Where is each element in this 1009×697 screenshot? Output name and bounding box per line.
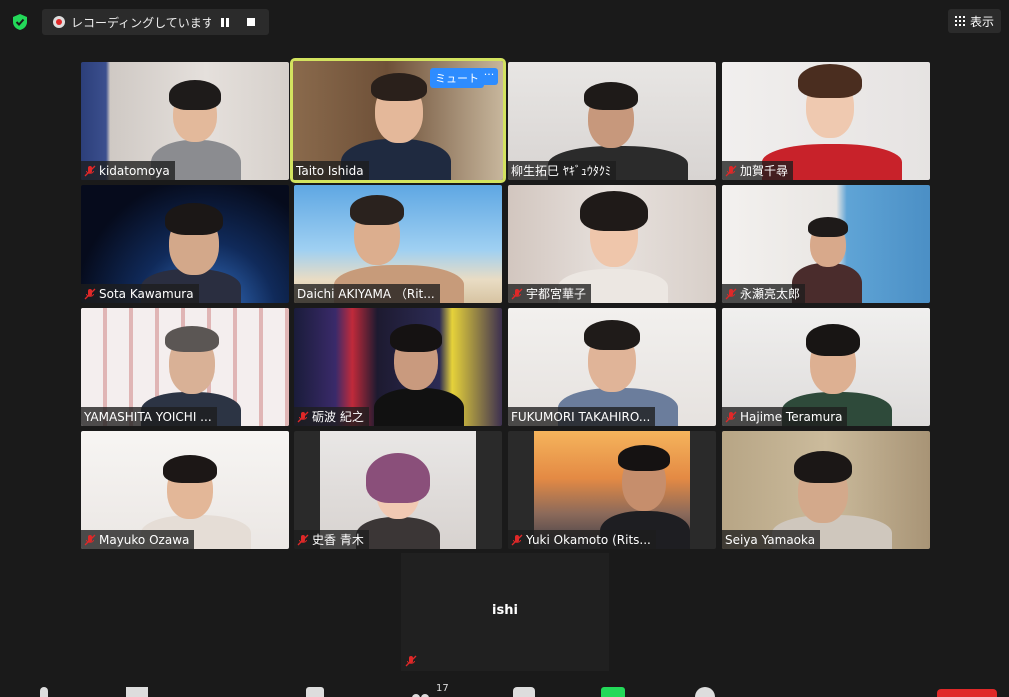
grid-view-icon [954,16,965,26]
video-tile-camera-off[interactable]: ishi [401,553,609,671]
participant-name: Taito Ishida [296,163,364,178]
participant-name-tag: 砺波 紀之 [294,407,369,426]
participant-name: Seiya Yamaoka [725,532,816,547]
video-tile[interactable]: 柳生拓巳 ﾔｷﾞｭｳﾀｸﾐ [508,62,716,180]
mic-muted-icon [405,655,417,667]
mic-muted-icon [297,534,309,545]
participant-name: Daichi AKIYAMA （Rit... [297,287,435,301]
mic-muted-icon [297,411,309,422]
mic-muted-icon [725,165,737,176]
participant-name-tag: Hajime Teramura [722,407,848,426]
stop-recording-button[interactable] [239,10,263,34]
participant-count: 17 [436,683,449,694]
reactions-icon[interactable] [695,687,715,697]
participant-name-tag: Daichi AKIYAMA （Rit... [294,284,440,303]
participant-name-tag: Sota Kawamura [81,284,199,303]
security-icon[interactable] [306,687,324,697]
mic-muted-icon [511,288,523,299]
mute-participant-button[interactable]: ミュート [430,68,484,88]
video-tile[interactable]: 永瀬亮太郎 [722,185,930,303]
video-tile[interactable]: YAMASHITA YOICHI ... [81,308,289,426]
pause-recording-button[interactable] [213,10,237,34]
participant-name-tag: Seiya Yamaoka [722,530,821,549]
participant-name: 柳生拓巳 ﾔｷﾞｭｳﾀｸﾐ [511,164,611,178]
participant-name-tag: FUKUMORI TAKAHIRO... [508,407,656,426]
more-icon[interactable] [773,691,793,695]
participants-icon[interactable] [410,687,432,697]
participant-name: Sota Kawamura [99,286,194,301]
mic-muted-icon [84,165,96,176]
participant-name-tag: Taito Ishida [293,161,369,180]
video-tile[interactable]: Sota Kawamura [81,185,289,303]
mic-muted-icon [725,411,737,422]
pause-icon [221,17,229,27]
recording-indicator: レコーディングしています... [42,9,269,35]
participant-name: YAMASHITA YOICHI ... [84,409,212,424]
participant-name: Hajime Teramura [740,409,843,424]
participant-name-tag: 加賀千尋 [722,161,794,180]
security-shield-icon[interactable] [10,12,30,32]
participant-name: 加賀千尋 [740,164,789,178]
participant-name-tag: 宇都宮華子 [508,284,592,303]
participant-name-tag: Yuki Okamoto (Rits... [508,530,656,549]
video-tile[interactable]: Seiya Yamaoka [722,431,930,549]
participant-name: ishi [492,603,518,618]
microphone-icon[interactable] [40,687,48,697]
participant-name: FUKUMORI TAKAHIRO... [511,409,651,424]
participant-name: 砺波 紀之 [312,410,364,424]
participant-name: kidatomoya [99,163,170,178]
mic-muted-icon [511,534,523,545]
participant-name-tag: 柳生拓巳 ﾔｷﾞｭｳﾀｸﾐ [508,161,616,180]
mic-muted-icon [725,288,737,299]
video-tile[interactable]: 加賀千尋 [722,62,930,180]
video-tile[interactable]: Daichi AKIYAMA （Rit... [294,185,502,303]
camera-icon[interactable] [126,687,148,697]
video-tile[interactable]: Mayuko Ozawa [81,431,289,549]
stop-icon [247,18,255,26]
video-tile-active-speaker[interactable]: ミュート ··· Taito Ishida [290,58,506,183]
participant-name-tag: kidatomoya [81,161,175,180]
share-screen-icon[interactable] [601,687,625,697]
participant-name: Mayuko Ozawa [99,532,190,547]
participant-name-tag: Mayuko Ozawa [81,530,195,549]
mic-muted-icon [84,288,96,299]
video-tile[interactable]: 史香 青木 [294,431,502,549]
view-button-label: 表示 [969,14,994,29]
view-button[interactable]: 表示 [947,9,1001,33]
video-tile[interactable]: Hajime Teramura [722,308,930,426]
participant-name: 史香 青木 [312,533,364,547]
participant-name: 宇都宮華子 [526,287,587,301]
participant-name-tag: YAMASHITA YOICHI ... [81,407,217,426]
participant-name: Yuki Okamoto (Rits... [526,532,651,547]
video-tile[interactable]: 砺波 紀之 [294,308,502,426]
video-tile[interactable]: Yuki Okamoto (Rits... [508,431,716,549]
video-tile[interactable]: FUKUMORI TAKAHIRO... [508,308,716,426]
recording-status-text: レコーディングしています... [71,15,211,30]
end-meeting-button[interactable] [937,689,997,697]
participant-name-tag: 史香 青木 [294,530,369,549]
more-options-button[interactable]: ··· [480,68,498,85]
chat-icon[interactable] [513,687,535,697]
recording-icon [53,16,65,28]
video-tile[interactable]: 宇都宮華子 [508,185,716,303]
video-tile[interactable]: kidatomoya [81,62,289,180]
meeting-toolbar: 17 [0,681,1009,697]
participant-name-tag: 永瀬亮太郎 [722,284,806,303]
participant-name: 永瀬亮太郎 [740,287,801,301]
mic-muted-icon [84,534,96,545]
